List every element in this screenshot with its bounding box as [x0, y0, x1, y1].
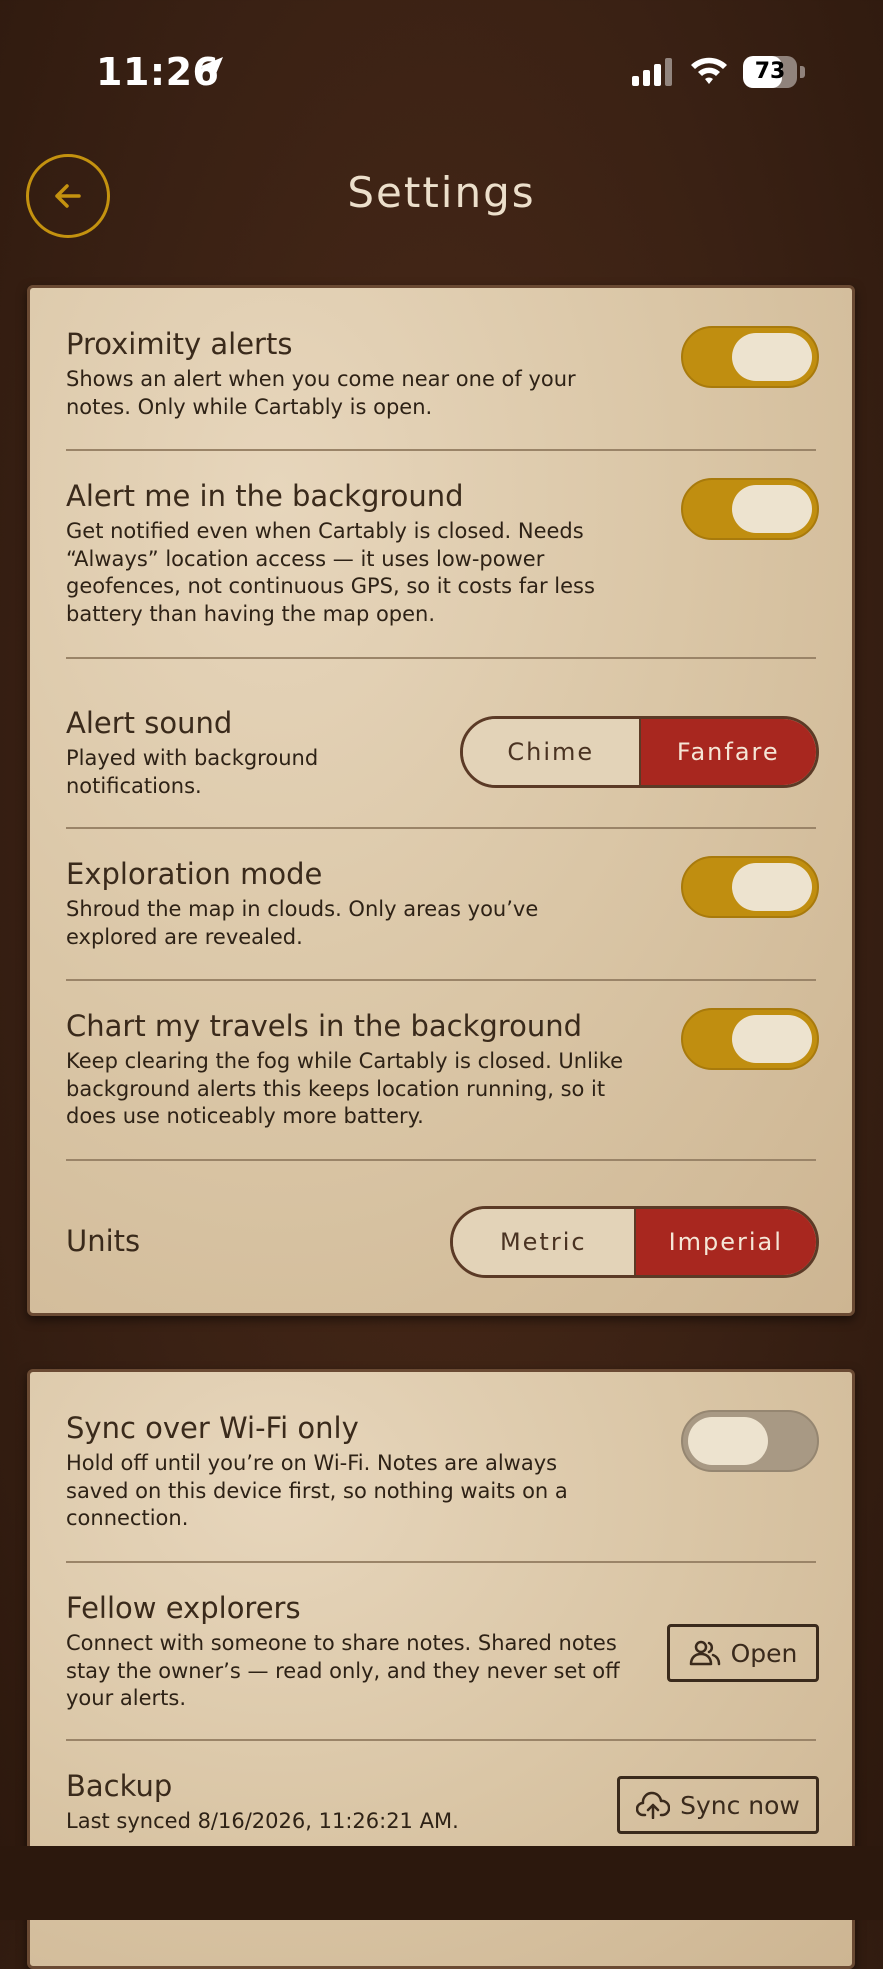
alert-sound-option-chime[interactable]: Chime [463, 719, 641, 785]
units-option-imperial[interactable]: Imperial [635, 1209, 816, 1275]
alert-sound-selector: Chime Fanfare [460, 716, 819, 788]
chart-travels-toggle[interactable] [681, 1008, 819, 1070]
setting-description: Played with background notifications. [66, 746, 319, 798]
page-title: Settings [347, 168, 536, 217]
units-selector: Metric Imperial [450, 1206, 819, 1278]
setting-description: Last synced 8/16/2026, 11:26:21 AM. [66, 1809, 459, 1833]
battery-level: 73 [754, 59, 786, 84]
setting-description: Connect with someone to share notes. Sha… [66, 1631, 620, 1710]
proximity-alerts-toggle[interactable] [681, 326, 819, 388]
alert-sound-option-fanfare[interactable]: Fanfare [640, 719, 816, 785]
wifi-icon [691, 57, 727, 84]
background-alerts-toggle[interactable] [681, 478, 819, 540]
divider [66, 979, 816, 981]
divider [66, 1561, 816, 1563]
divider [66, 657, 816, 659]
setting-description: Get notified even when Cartably is close… [66, 519, 595, 626]
exploration-mode-toggle[interactable] [681, 856, 819, 918]
setting-description: Hold off until you’re on Wi-Fi. Notes ar… [66, 1451, 568, 1530]
open-button-label: Open [730, 1638, 798, 1668]
fellow-explorers-open-button[interactable]: Open [667, 1624, 819, 1682]
location-arrow-icon [199, 57, 223, 81]
divider [66, 1159, 816, 1161]
battery-icon: 73 [743, 56, 805, 88]
backup-sync-now-button[interactable]: Sync now [617, 1776, 819, 1834]
units-option-metric[interactable]: Metric [453, 1209, 636, 1275]
cellular-signal-icon [632, 58, 672, 86]
alerts-settings-card: Proximity alerts Shows an alert when you… [27, 285, 855, 1316]
divider [66, 449, 816, 451]
divider [66, 1739, 816, 1741]
sync-now-button-label: Sync now [680, 1790, 800, 1820]
sync-wifi-toggle[interactable] [681, 1410, 819, 1472]
bottom-edge [0, 1846, 883, 1920]
setting-description: Keep clearing the fog while Cartably is … [66, 1049, 624, 1128]
status-bar: 11:26 73 [0, 0, 883, 120]
people-icon [689, 1640, 720, 1666]
setting-description: Shows an alert when you come near one of… [66, 367, 576, 419]
setting-title: Fellow explorers [66, 1591, 301, 1625]
cloud-upload-icon [636, 1791, 671, 1819]
divider [66, 827, 816, 829]
setting-description: Shroud the map in clouds. Only areas you… [66, 897, 539, 949]
